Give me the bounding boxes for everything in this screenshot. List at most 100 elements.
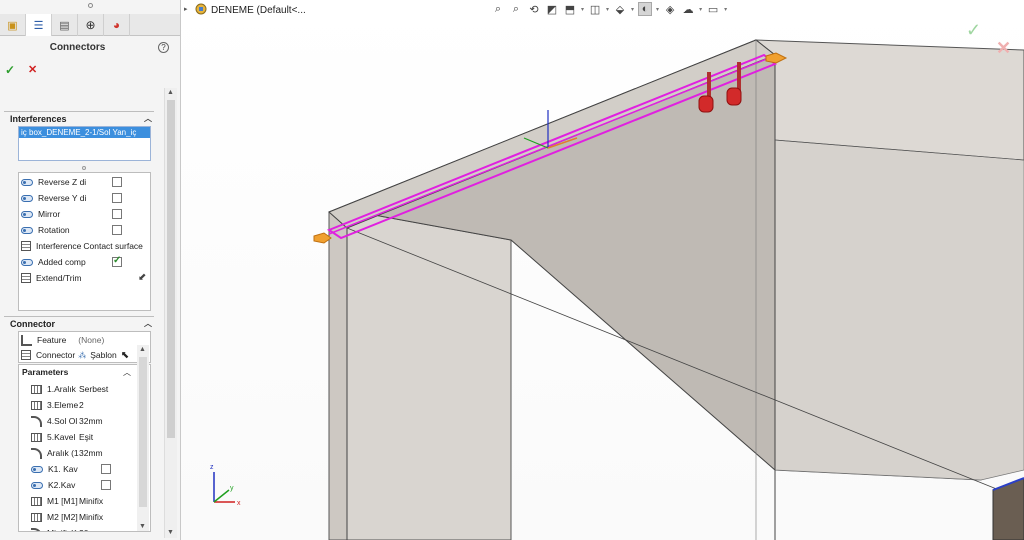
panel-grip-handle[interactable] <box>88 3 93 8</box>
display-manager-tab[interactable]: ◕ <box>104 14 130 36</box>
list-icon <box>21 350 31 360</box>
configuration-manager-tab[interactable]: ▤ <box>52 14 78 36</box>
zoom-to-fit-icon[interactable]: ⌕ <box>491 2 505 16</box>
feature-value[interactable]: (None) <box>78 335 104 345</box>
hide-show-items-icon[interactable]: ◐ <box>638 2 653 16</box>
interferences-list[interactable]: iç box_DENEME_2-1/Sol Yan_iç <box>18 126 151 161</box>
graphics-area[interactable]: ▸ DENEME (Default<... ⌕ ⌕ ⟲ ◩ ⬒ ▾ ◫ ▾ ⬙ ▾ ◐ ▾ ◈ ☁ ▾ ▭ ▾ … <box>181 0 1024 540</box>
option-mirror[interactable]: Mirror <box>21 207 60 221</box>
parameter-row[interactable]: K1. Kav <box>31 462 111 476</box>
reverse-z-checkbox[interactable] <box>112 177 122 187</box>
parameter-value[interactable]: Minifix <box>79 512 103 522</box>
parameters-scrollbar[interactable]: ▲ ▼ <box>137 345 149 531</box>
parameter-value[interactable]: Minifix <box>79 496 103 506</box>
dropdown-caret-icon[interactable]: ▾ <box>631 6 634 13</box>
dropdown-caret-icon[interactable]: ▾ <box>606 6 609 13</box>
expand-tree-icon[interactable]: ▸ <box>184 5 188 13</box>
parameter-row[interactable]: 1.Aralık Serbest <box>31 382 108 396</box>
parameter-value[interactable]: 32mm <box>79 448 103 458</box>
parameter-row[interactable]: K2.Kav <box>31 478 111 492</box>
option-reverse-y[interactable]: Reverse Y di <box>21 191 86 205</box>
option-extend-trim[interactable]: Extend/Trim <box>21 271 82 285</box>
parameter-row[interactable]: 5.Kavel Eşit <box>31 430 93 444</box>
color-wheel-icon: ◕ <box>112 18 121 32</box>
zoom-to-area-icon[interactable]: ⌕ <box>509 2 523 16</box>
rotation-checkbox[interactable] <box>112 225 122 235</box>
reverse-y-checkbox[interactable] <box>112 193 122 203</box>
display-style-icon[interactable]: ⬙ <box>613 2 627 16</box>
added-components-checkbox[interactable] <box>112 255 122 267</box>
option-added-components[interactable]: Added comp <box>21 255 86 269</box>
option-label: Reverse Z di <box>38 177 87 187</box>
parameter-row[interactable]: Aralık (1 32mm <box>31 446 103 460</box>
list-item[interactable]: iç box_DENEME_2-1/Sol Yan_iç <box>19 127 150 138</box>
chevron-up-icon[interactable]: ︿ <box>123 367 131 378</box>
view-orientation-icon[interactable]: ◫ <box>588 2 602 16</box>
chevron-up-icon[interactable]: ︿ <box>144 113 152 124</box>
document-title[interactable]: DENEME (Default<... <box>211 5 306 16</box>
panel-scrollbar[interactable]: ▲ ▼ <box>164 88 177 538</box>
property-manager-tab[interactable]: ☰ <box>26 14 52 36</box>
ruler-icon <box>31 384 42 394</box>
scroll-down-icon[interactable]: ▼ <box>139 523 146 530</box>
scroll-down-icon[interactable]: ▼ <box>167 529 174 536</box>
parameter-value[interactable]: Serbest <box>79 384 108 394</box>
parameter-value[interactable]: 2 <box>79 400 84 410</box>
interference-type-select[interactable]: Contact surface <box>83 241 143 251</box>
chevron-up-icon[interactable]: ︿ <box>144 318 152 329</box>
parameter-row[interactable]: MinifixK20mm <box>31 526 103 531</box>
interferences-group-header[interactable]: Interferences ︿ <box>4 111 154 125</box>
parameter-value[interactable]: Eşit <box>79 432 93 442</box>
parameter-value[interactable]: 20mm <box>79 528 103 531</box>
connector-field[interactable]: Connector ⁂ Şablon ⬉ <box>21 348 129 362</box>
connector-value[interactable]: Şablon <box>90 350 116 360</box>
scroll-thumb[interactable] <box>139 357 147 507</box>
left-panel-edge[interactable] <box>328 209 348 540</box>
parameter-checkbox[interactable] <box>101 464 111 474</box>
section-view-icon[interactable]: ◩ <box>545 2 559 16</box>
edit-appearance-icon[interactable]: ◈ <box>663 2 677 16</box>
heads-up-toolbar: ⌕ ⌕ ⟲ ◩ ⬒ ▾ ◫ ▾ ⬙ ▾ ◐ ▾ ◈ ☁ ▾ ▭ ▾ <box>491 0 727 18</box>
apply-scene-icon[interactable]: ☁ <box>681 2 695 16</box>
help-icon[interactable]: ? <box>158 42 169 53</box>
dynamic-annotation-icon[interactable]: ⬒ <box>563 2 577 16</box>
crosshair-icon: ⊕ <box>85 18 96 32</box>
dimxpert-tab[interactable]: ⊕ <box>78 14 104 36</box>
parameter-row[interactable]: 4.Sol Ol 32mm <box>31 414 103 428</box>
field-label: Feature <box>37 335 67 345</box>
confirm-cancel-icon[interactable]: ✕ <box>996 38 1011 59</box>
connector-dots-icon: ⁂ <box>78 350 87 360</box>
dropdown-caret-icon[interactable]: ▾ <box>699 6 702 13</box>
resize-handle[interactable] <box>82 166 86 170</box>
confirm-ok-icon[interactable]: ✓ <box>966 20 981 41</box>
parameter-checkbox[interactable] <box>101 480 111 490</box>
back-panel-face[interactable] <box>774 139 1024 481</box>
scroll-up-icon[interactable]: ▲ <box>139 346 146 353</box>
parameter-row[interactable]: M2 [M2] Minifix <box>31 510 103 524</box>
connector-group-header[interactable]: Connector ︿ <box>4 316 154 330</box>
option-reverse-z[interactable]: Reverse Z di <box>21 175 86 189</box>
mirror-checkbox[interactable] <box>112 209 122 219</box>
scroll-up-icon[interactable]: ▲ <box>167 89 174 96</box>
dropdown-caret-icon[interactable]: ▾ <box>724 6 727 13</box>
previous-view-icon[interactable]: ⟲ <box>527 2 541 16</box>
left-panel-face[interactable] <box>346 209 512 540</box>
scroll-thumb[interactable] <box>167 100 175 438</box>
toggle-icon <box>21 226 33 234</box>
feature-manager-tab[interactable]: ▣ <box>0 14 26 36</box>
view-settings-icon[interactable]: ▭ <box>706 2 720 16</box>
dropdown-caret-icon[interactable]: ▾ <box>581 6 584 13</box>
left-drag-handle[interactable] <box>313 232 332 244</box>
option-rotation[interactable]: Rotation <box>21 223 70 237</box>
cancel-button[interactable]: ✕ <box>28 63 37 76</box>
dropdown-caret-icon[interactable]: ▾ <box>656 6 659 13</box>
model-view[interactable] <box>181 0 1024 540</box>
feature-field[interactable]: Feature (None) <box>21 333 104 347</box>
parameter-value[interactable]: 32mm <box>79 416 103 426</box>
extend-arrow-icon[interactable]: ⬋ <box>138 272 146 283</box>
toggle-icon <box>31 481 43 489</box>
option-interference[interactable]: Interference Contact surface <box>21 239 143 253</box>
ok-button[interactable]: ✓ <box>5 63 15 77</box>
parameter-row[interactable]: M1 [M1] Minifix <box>31 494 103 508</box>
parameter-row[interactable]: 3.Eleme 2 <box>31 398 84 412</box>
